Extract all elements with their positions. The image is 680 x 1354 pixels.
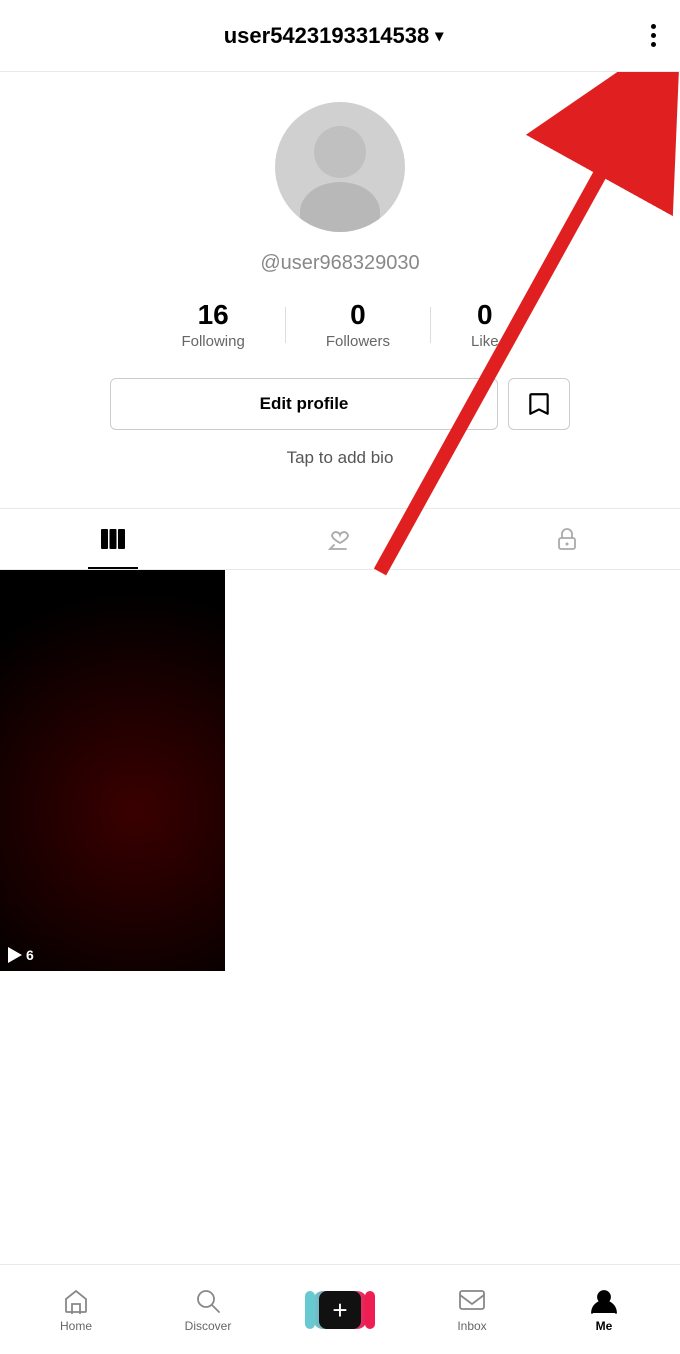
nav-create[interactable]: + (274, 1291, 406, 1329)
bio-placeholder[interactable]: Tap to add bio (287, 448, 394, 468)
top-navigation: user5423193314538 ▾ (0, 0, 680, 72)
likes-label: Like (471, 333, 499, 350)
nav-discover[interactable]: Discover (142, 1287, 274, 1333)
video-thumbnail[interactable]: 6 (0, 570, 225, 971)
following-label: Following (181, 333, 244, 350)
content-tabs (0, 508, 680, 570)
grid-icon (99, 525, 127, 553)
home-label: Home (60, 1319, 92, 1333)
tab-liked[interactable] (227, 509, 454, 569)
lock-icon (553, 525, 581, 553)
tab-private[interactable] (453, 509, 680, 569)
avatar (275, 102, 405, 232)
profile-icon (590, 1287, 618, 1315)
me-label: Me (596, 1319, 613, 1333)
heart-with-hand-icon (326, 525, 354, 553)
profile-section: @user968329030 16 Following 0 Followers … (0, 72, 680, 508)
discover-label: Discover (185, 1319, 232, 1333)
more-options-button[interactable] (647, 20, 660, 51)
followers-label: Followers (326, 333, 390, 350)
play-icon (8, 947, 22, 963)
inbox-icon (458, 1287, 486, 1315)
likes-stat[interactable]: 0 Like (431, 299, 539, 350)
tab-posts[interactable] (0, 509, 227, 569)
username-dropdown[interactable]: user5423193314538 ▾ (224, 23, 444, 49)
home-icon (62, 1287, 90, 1315)
bottom-navigation: Home Discover + Inbox Me (0, 1264, 680, 1354)
stats-row: 16 Following 0 Followers 0 Like (141, 299, 538, 350)
avatar-body (300, 182, 380, 232)
profile-handle: @user968329030 (260, 252, 419, 275)
likes-count: 0 (477, 299, 493, 331)
play-count: 6 (8, 947, 34, 963)
nav-home[interactable]: Home (10, 1287, 142, 1333)
bookmark-icon (526, 391, 552, 417)
chevron-down-icon: ▾ (435, 26, 443, 46)
avatar-head (314, 126, 366, 178)
following-count: 16 (198, 299, 229, 331)
edit-profile-button[interactable]: Edit profile (110, 378, 498, 430)
bookmark-button[interactable] (508, 378, 570, 430)
following-stat[interactable]: 16 Following (141, 299, 284, 350)
followers-stat[interactable]: 0 Followers (286, 299, 430, 350)
followers-count: 0 (350, 299, 366, 331)
search-icon (194, 1287, 222, 1315)
video-grid: 6 (0, 570, 680, 971)
header-username: user5423193314538 (224, 23, 430, 49)
nav-inbox[interactable]: Inbox (406, 1287, 538, 1333)
create-button[interactable]: + (313, 1291, 367, 1329)
nav-me[interactable]: Me (538, 1287, 670, 1333)
video-overlay (0, 570, 225, 971)
inbox-label: Inbox (457, 1319, 486, 1333)
action-buttons: Edit profile (110, 378, 570, 430)
